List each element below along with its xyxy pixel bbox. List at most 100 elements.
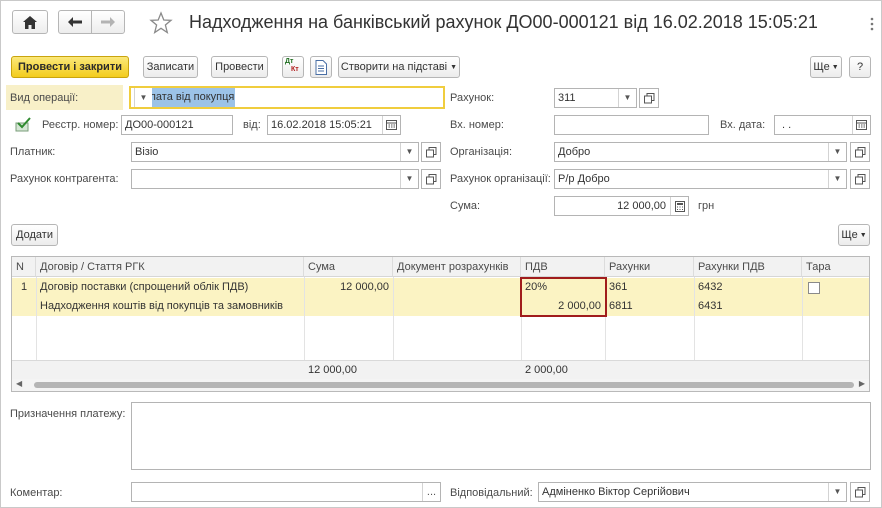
responsible-value: Адміненко Віктор Сергійович xyxy=(542,486,690,498)
home-button[interactable] xyxy=(12,10,48,34)
dt-kt-icon: Дт Кт xyxy=(285,58,301,75)
currency-label: грн xyxy=(698,200,715,212)
arrow-left-icon xyxy=(68,17,82,27)
comment-more-button[interactable]: ... xyxy=(422,483,440,501)
date-field[interactable]: 16.02.2018 15:05:21 xyxy=(267,115,401,135)
post-label: Провести xyxy=(215,61,264,73)
responsible-select[interactable]: Адміненко Віктор Сергійович ▼ xyxy=(538,482,847,502)
organization-select[interactable]: Добро ▼ xyxy=(554,142,847,162)
horizontal-scrollbar[interactable]: ◀ ▶ xyxy=(12,379,869,391)
create-based-on-button[interactable]: Створити на підставі ▼ xyxy=(338,56,460,78)
org-account-open-button[interactable] xyxy=(850,169,870,189)
post-button[interactable]: Провести xyxy=(211,56,268,78)
column-header-sum[interactable]: Сума xyxy=(304,257,393,277)
scroll-left-icon[interactable]: ◀ xyxy=(16,379,22,388)
tara-checkbox[interactable] xyxy=(808,282,820,294)
column-header-vat-accounts[interactable]: Рахунки ПДВ xyxy=(694,257,802,277)
column-header-tara[interactable]: Тара xyxy=(802,257,869,277)
column-header-n[interactable]: N xyxy=(12,257,36,277)
counterparty-account-open-button[interactable] xyxy=(421,169,441,189)
chevron-down-icon[interactable]: ▼ xyxy=(828,483,846,501)
sum-value: 12 000,00 xyxy=(617,200,666,212)
scroll-right-icon[interactable]: ▶ xyxy=(859,379,865,388)
incoming-number-field[interactable] xyxy=(554,115,709,135)
organization-value: Добро xyxy=(558,146,591,158)
chevron-down-icon: ▼ xyxy=(450,63,458,71)
more-label: Ще xyxy=(813,61,830,73)
table-row[interactable]: 1 Договір поставки (спрощений облік ПДВ)… xyxy=(12,278,869,316)
chevron-down-icon[interactable]: ▼ xyxy=(400,143,418,161)
chevron-down-icon[interactable]: ▼ xyxy=(828,170,846,188)
dt-kt-button[interactable]: Дт Кт xyxy=(282,56,304,78)
payment-purpose-label: Призначення платежу: xyxy=(10,408,126,420)
calendar-icon[interactable] xyxy=(852,116,870,134)
account-value: 311 xyxy=(558,92,576,104)
responsible-open-button[interactable] xyxy=(850,482,870,502)
posted-check-icon xyxy=(14,117,32,133)
column-header-accounts[interactable]: Рахунки xyxy=(605,257,694,277)
row-sum[interactable]: 12 000,00 xyxy=(304,278,393,297)
calendar-icon[interactable] xyxy=(382,116,400,134)
payer-select[interactable]: Візіо ▼ xyxy=(131,142,419,162)
back-button[interactable] xyxy=(58,10,92,34)
chevron-down-icon[interactable]: ▼ xyxy=(400,170,418,188)
more-button[interactable]: Ще ▼ xyxy=(810,56,842,78)
organization-open-button[interactable] xyxy=(850,142,870,162)
organization-label: Організація: xyxy=(450,146,512,158)
window-menu-icon[interactable] xyxy=(867,17,877,31)
reg-number-value: ДО00-000121 xyxy=(125,119,194,131)
operation-label: Вид операції: xyxy=(10,92,79,104)
column-header-contract[interactable]: Договір / Стаття РГК xyxy=(36,257,304,277)
report-button[interactable] xyxy=(310,56,332,78)
counterparty-account-select[interactable]: ▼ xyxy=(131,169,419,189)
row-accounts-2[interactable]: 6811 xyxy=(605,297,694,316)
counterparty-account-label: Рахунок контрагента: xyxy=(10,173,119,185)
account-open-button[interactable] xyxy=(639,88,659,108)
incoming-number-label: Вх. номер: xyxy=(450,119,504,131)
row-vat-accounts-1[interactable]: 6432 xyxy=(694,278,802,297)
from-label: від: xyxy=(243,119,261,131)
sum-field[interactable]: 12 000,00 xyxy=(554,196,689,216)
add-row-button[interactable]: Додати xyxy=(11,224,58,246)
chevron-down-icon: ▼ xyxy=(831,63,839,71)
chevron-down-icon[interactable]: ▼ xyxy=(828,143,846,161)
chevron-down-icon[interactable]: ▼ xyxy=(618,89,636,107)
page-title: Надходження на банківський рахунок ДО00-… xyxy=(189,12,818,32)
responsible-label: Відповідальний: xyxy=(450,487,533,499)
chevron-down-icon[interactable]: ▼ xyxy=(134,88,152,107)
table-more-label: Ще xyxy=(841,229,858,241)
document-icon xyxy=(315,59,327,75)
column-divider xyxy=(802,277,803,360)
row-settlement-doc[interactable] xyxy=(393,278,521,297)
operation-select[interactable]: Оплата від покупця ▼ xyxy=(129,86,445,109)
total-vat: 2 000,00 xyxy=(525,364,568,376)
table-more-button[interactable]: Ще ▼ xyxy=(838,224,870,246)
row-contract[interactable]: Договір поставки (спрощений облік ПДВ) xyxy=(36,278,304,297)
column-header-vat[interactable]: ПДВ xyxy=(521,257,605,277)
forward-button[interactable] xyxy=(91,10,125,34)
dt-label: Дт xyxy=(285,58,294,65)
help-button[interactable]: ? xyxy=(849,56,871,78)
row-accounts-1[interactable]: 361 xyxy=(605,278,694,297)
payment-purpose-textarea[interactable] xyxy=(131,402,871,470)
favorite-star-icon[interactable] xyxy=(149,11,173,35)
reg-number-label: Реєстр. номер: xyxy=(42,119,119,131)
open-window-icon xyxy=(854,146,865,157)
payer-label: Платник: xyxy=(10,146,56,158)
column-divider xyxy=(694,277,695,360)
save-button[interactable]: Записати xyxy=(143,56,198,78)
row-vat-accounts-2[interactable]: 6431 xyxy=(694,297,802,316)
comment-field[interactable]: ... xyxy=(131,482,441,502)
org-account-select[interactable]: Р/р Добро ▼ xyxy=(554,169,847,189)
post-and-close-label: Провести і закрити xyxy=(18,61,122,73)
payer-open-button[interactable] xyxy=(421,142,441,162)
scrollbar-thumb[interactable] xyxy=(34,382,854,388)
reg-number-field[interactable]: ДО00-000121 xyxy=(121,115,233,135)
open-window-icon xyxy=(643,92,654,103)
row-article[interactable]: Надходження коштів від покупців та замов… xyxy=(36,297,304,316)
incoming-date-field[interactable]: . . xyxy=(774,115,871,135)
column-header-settlement-doc[interactable]: Документ розрахунків xyxy=(393,257,521,277)
post-and-close-button[interactable]: Провести і закрити xyxy=(11,56,129,78)
calculator-icon[interactable] xyxy=(670,197,688,215)
account-select[interactable]: 311 ▼ xyxy=(554,88,637,108)
